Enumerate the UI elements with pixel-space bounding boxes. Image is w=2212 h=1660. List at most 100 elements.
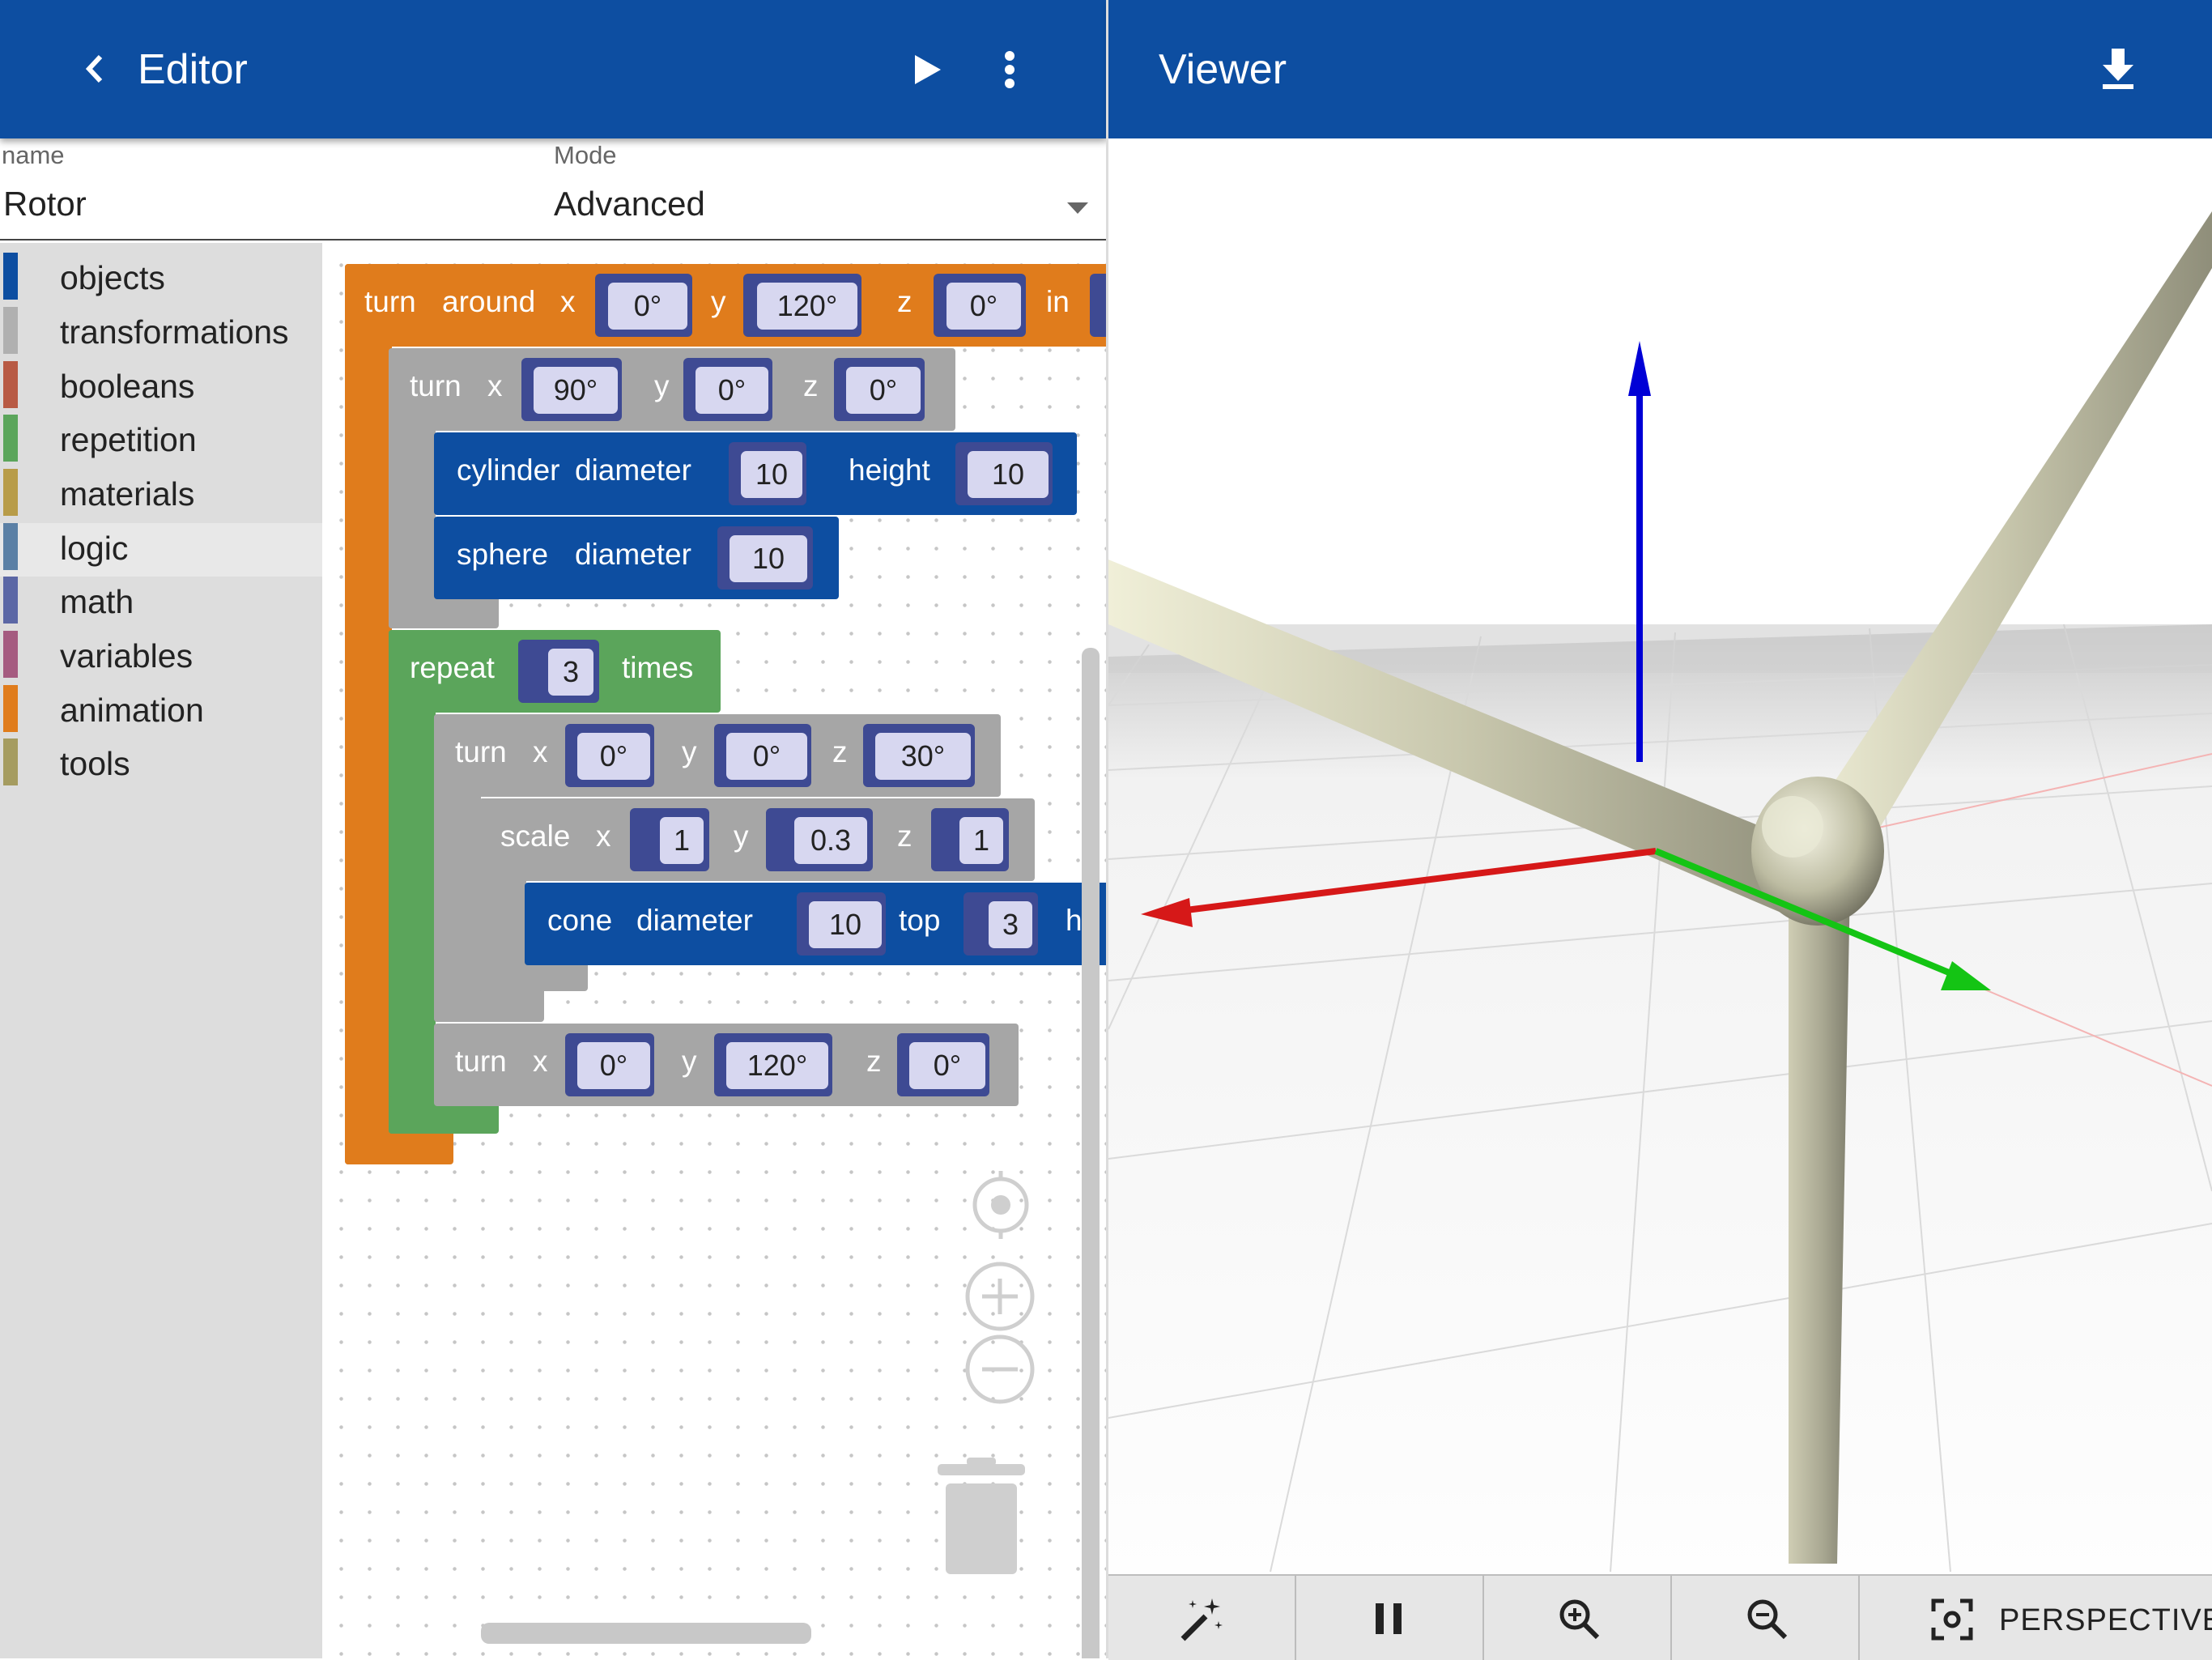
magic-wand-button[interactable]	[1108, 1576, 1296, 1660]
z-axis-arrow	[1628, 341, 1651, 396]
value-repeat-count[interactable]: 3	[546, 646, 596, 698]
category-label: tools	[60, 745, 130, 782]
category-objects[interactable]: objects	[0, 253, 322, 306]
category-logic[interactable]: logic	[0, 523, 322, 577]
repeat-stem	[389, 630, 436, 1134]
kw-z: z	[832, 735, 848, 768]
projection-button[interactable]: PERSPECTIVE	[1858, 1576, 2212, 1660]
play-icon[interactable]	[910, 52, 946, 87]
value-z[interactable]: 30°	[873, 730, 973, 782]
kw-z: z	[803, 369, 819, 402]
mode-label: Mode	[554, 141, 617, 169]
value-x[interactable]: 0°	[606, 280, 690, 332]
toolbox: objects transformations booleans repetit…	[0, 243, 322, 1658]
value-top[interactable]: 3	[986, 899, 1035, 951]
category-booleans[interactable]: booleans	[0, 361, 322, 415]
value-x[interactable]: 90°	[531, 364, 620, 416]
kw-y: y	[734, 819, 749, 853]
socket	[1090, 274, 1106, 337]
more-vert-icon[interactable]	[999, 50, 1020, 89]
kw-y: y	[682, 1045, 697, 1078]
category-tools[interactable]: tools	[0, 738, 322, 792]
trash-icon[interactable]	[934, 1458, 1028, 1576]
kw-turn: turn	[364, 285, 416, 318]
kw-z: z	[866, 1045, 882, 1078]
kw-cone: cone	[547, 904, 613, 937]
category-swatch	[3, 738, 18, 785]
category-repetition[interactable]: repetition	[0, 415, 322, 468]
kw-diameter: diameter	[575, 538, 691, 571]
value-diameter[interactable]: 10	[727, 533, 810, 585]
value-z[interactable]: 0°	[844, 364, 923, 416]
value-x[interactable]: 1	[657, 815, 706, 866]
value-x[interactable]: 0°	[575, 1040, 653, 1092]
workspace-vertical-scrollbar[interactable]	[1082, 648, 1100, 1658]
kw-sphere: sphere	[457, 538, 549, 571]
category-label: animation	[60, 692, 204, 729]
category-math[interactable]: math	[0, 577, 322, 630]
pause-button[interactable]	[1295, 1576, 1484, 1660]
category-label: repetition	[60, 421, 197, 458]
zoom-out-icon[interactable]	[963, 1333, 1036, 1406]
kw-x: x	[560, 285, 576, 318]
kw-diameter: diameter	[636, 904, 753, 937]
kw-z: z	[897, 819, 912, 853]
kw-x: x	[533, 1045, 548, 1078]
name-label: name	[2, 141, 65, 169]
value-z[interactable]: 1	[957, 815, 1006, 866]
kw-x: x	[487, 369, 503, 402]
category-variables[interactable]: variables	[0, 631, 322, 684]
zoom-out-icon	[1747, 1599, 1788, 1640]
kw-diameter: diameter	[575, 453, 691, 487]
name-field[interactable]: Rotor	[3, 185, 87, 223]
viewer-toolbar: PERSPECTIVE	[1108, 1574, 2212, 1660]
zoom-in-icon	[1559, 1599, 1600, 1640]
kw-x: x	[596, 819, 611, 853]
zoom-out-button[interactable]	[1670, 1576, 1860, 1660]
value-diameter[interactable]: 10	[738, 449, 805, 500]
category-animation[interactable]: animation	[0, 685, 322, 738]
value-y[interactable]: 0°	[693, 364, 771, 416]
kw-y: y	[711, 285, 726, 318]
viewer-title: Viewer	[1159, 46, 1287, 93]
value-y[interactable]: 0.3	[792, 815, 870, 866]
kw-turn: turn	[455, 735, 507, 768]
scene-canvas	[1108, 211, 2212, 1658]
value-x[interactable]: 0°	[575, 730, 653, 782]
projection-label: PERSPECTIVE	[1999, 1603, 2212, 1637]
download-icon[interactable]	[2099, 47, 2137, 91]
category-materials[interactable]: materials	[0, 469, 322, 522]
chevron-left-icon[interactable]	[78, 49, 113, 89]
blocks-workspace[interactable]: turn around x 0° y 120° z 0° in turn x 9…	[322, 243, 1106, 1658]
category-swatch	[3, 631, 18, 678]
category-label: materials	[60, 475, 195, 513]
recenter-icon[interactable]	[965, 1169, 1036, 1241]
value-y[interactable]: 120°	[755, 280, 860, 332]
magic-wand-icon	[1180, 1598, 1223, 1641]
category-swatch	[3, 307, 18, 354]
workspace-horizontal-scrollbar[interactable]	[481, 1623, 811, 1644]
value-y[interactable]: 0°	[724, 730, 810, 782]
mode-select[interactable]: Advanced	[554, 185, 705, 223]
turn-block-2-foot	[434, 988, 544, 1022]
value-height[interactable]: 10	[965, 449, 1051, 500]
kw-height-cut: h	[1066, 904, 1083, 937]
category-transformations[interactable]: transformations	[0, 307, 322, 360]
zoom-in-icon[interactable]	[963, 1260, 1036, 1333]
value-z[interactable]: 0°	[907, 1040, 988, 1092]
kw-times: times	[622, 651, 694, 684]
category-swatch	[3, 469, 18, 516]
value-z[interactable]: 0°	[944, 280, 1023, 332]
zoom-in-button[interactable]	[1482, 1576, 1672, 1660]
kw-y: y	[682, 735, 697, 768]
3d-viewport[interactable]	[1108, 138, 2212, 1658]
kw-top: top	[899, 904, 941, 937]
kw-z: z	[897, 285, 912, 318]
value-diameter[interactable]: 10	[806, 899, 884, 951]
category-label: variables	[60, 637, 194, 675]
kw-scale: scale	[500, 819, 571, 853]
category-swatch	[3, 415, 18, 462]
chevron-down-icon[interactable]	[1066, 201, 1090, 215]
category-swatch	[3, 523, 18, 570]
value-y[interactable]: 120°	[724, 1040, 831, 1092]
